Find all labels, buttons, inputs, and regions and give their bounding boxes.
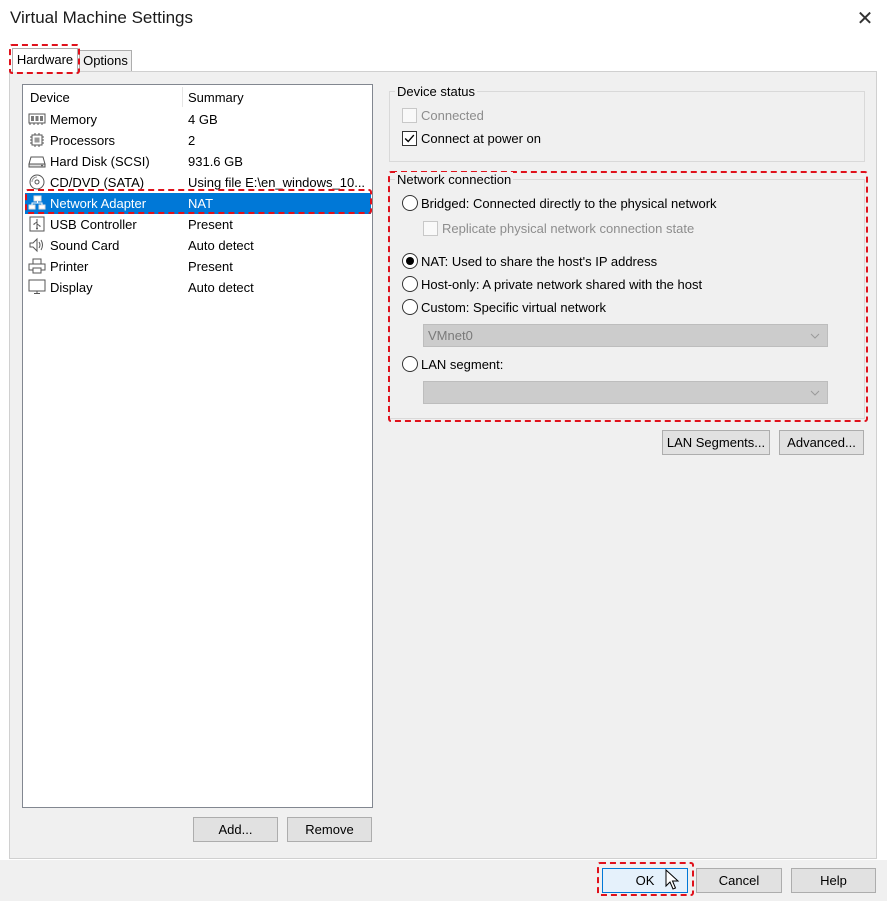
bridged-label: Bridged: Connected directly to the physi… (421, 196, 717, 211)
sound-icon (29, 237, 43, 253)
device-row-sound-card[interactable]: Sound Card Auto detect (25, 235, 371, 256)
cd-dvd-icon (29, 174, 45, 190)
device-row-memory[interactable]: Memory 4 GB (25, 109, 371, 130)
column-header-summary[interactable]: Summary (188, 90, 244, 105)
memory-icon (28, 113, 46, 125)
bridged-radio[interactable] (402, 195, 418, 211)
device-list-header: Device Summary (23, 85, 372, 109)
device-summary: 4 GB (188, 112, 218, 127)
device-name: Display (50, 280, 93, 295)
device-summary: Using file E:\en_windows_10... (188, 175, 366, 190)
device-summary: 2 (188, 133, 196, 148)
device-row-printer[interactable]: Printer Present (25, 256, 371, 277)
chevron-down-icon (810, 390, 820, 396)
device-status-title: Device status (395, 84, 478, 99)
column-header-device[interactable]: Device (30, 90, 70, 105)
device-name: Sound Card (50, 238, 120, 253)
hard-disk-icon (28, 156, 46, 168)
processor-icon (30, 133, 44, 147)
device-name: Printer (50, 259, 89, 274)
printer-icon (28, 258, 46, 274)
title-bar: Virtual Machine Settings ✕ (0, 0, 887, 38)
lan-segments-button[interactable]: LAN Segments... (662, 430, 770, 455)
custom-network-select[interactable]: VMnet0 (423, 324, 828, 347)
radio-dot (406, 257, 414, 265)
close-icon[interactable]: ✕ (852, 6, 878, 32)
replicate-state-checkbox[interactable] (423, 221, 438, 236)
device-summary: 931.6 GB (188, 154, 243, 169)
chevron-down-icon (810, 333, 820, 339)
host-only-label: Host-only: A private network shared with… (421, 277, 703, 292)
device-status-group (389, 91, 865, 162)
lan-segment-select[interactable] (423, 381, 828, 404)
device-row-usb-controller[interactable]: USB Controller Present (25, 214, 371, 235)
device-row-processors[interactable]: Processors 2 (25, 130, 371, 151)
device-name: USB Controller (50, 217, 137, 232)
lan-segment-label: LAN segment: (421, 357, 504, 372)
hardware-tab-highlight (9, 44, 80, 74)
tab-options[interactable]: Options (79, 50, 132, 72)
device-name: CD/DVD (SATA) (50, 175, 145, 190)
device-name: Processors (50, 133, 116, 148)
device-row-display[interactable]: Display Auto detect (25, 277, 371, 298)
nat-label: NAT: Used to share the host's IP address (421, 254, 658, 269)
device-summary: Auto detect (188, 280, 254, 295)
mouse-cursor-icon (665, 869, 680, 890)
custom-radio[interactable] (402, 299, 418, 315)
display-icon (28, 279, 46, 294)
nat-radio[interactable] (402, 253, 418, 269)
device-summary: Present (188, 259, 233, 274)
window-title: Virtual Machine Settings (10, 8, 194, 27)
custom-network-value: VMnet0 (428, 328, 473, 343)
usb-icon (29, 216, 45, 232)
connect-at-power-on-checkbox[interactable] (402, 131, 417, 146)
connected-checkbox[interactable] (402, 108, 417, 123)
add-button[interactable]: Add... (193, 817, 278, 842)
device-name: Hard Disk (SCSI) (50, 154, 150, 169)
connect-at-power-on-label: Connect at power on (421, 131, 541, 146)
remove-button[interactable]: Remove (287, 817, 372, 842)
network-connection-title: Network connection (395, 172, 514, 187)
advanced-button[interactable]: Advanced... (779, 430, 864, 455)
checkmark-icon (404, 134, 415, 143)
cancel-button[interactable]: Cancel (696, 868, 782, 893)
connected-label: Connected (421, 108, 484, 123)
column-separator[interactable] (182, 87, 183, 107)
custom-label: Custom: Specific virtual network (421, 300, 606, 315)
device-summary: Auto detect (188, 238, 254, 253)
device-name: Memory (50, 112, 97, 127)
device-row-hard-disk[interactable]: Hard Disk (SCSI) 931.6 GB (25, 151, 371, 172)
help-button[interactable]: Help (791, 868, 876, 893)
lan-segment-radio[interactable] (402, 356, 418, 372)
host-only-radio[interactable] (402, 276, 418, 292)
network-adapter-highlight (25, 189, 372, 214)
replicate-state-label: Replicate physical network connection st… (442, 221, 695, 236)
device-summary: Present (188, 217, 233, 232)
